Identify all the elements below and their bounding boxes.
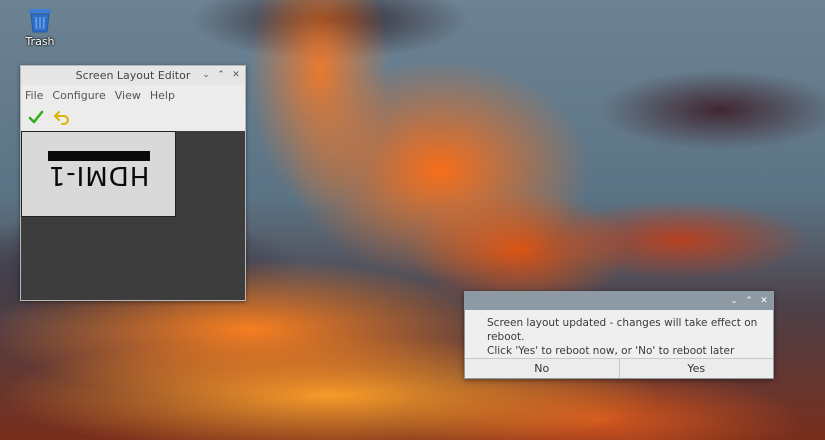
maximize-icon[interactable]: ⌃ bbox=[742, 294, 756, 308]
menu-help[interactable]: Help bbox=[150, 89, 175, 102]
menu-view[interactable]: View bbox=[115, 89, 141, 102]
dialog-message-line-1: Screen layout updated - changes will tak… bbox=[487, 317, 758, 343]
maximize-icon[interactable]: ⌃ bbox=[214, 68, 228, 82]
trash-label: Trash bbox=[25, 35, 55, 48]
check-icon bbox=[28, 110, 44, 124]
minimize-icon[interactable]: ⌄ bbox=[199, 68, 213, 82]
dialog-titlebar[interactable]: ⌄ ⌃ ✕ bbox=[465, 292, 773, 310]
menu-configure[interactable]: Configure bbox=[52, 89, 105, 102]
dialog-message-line-2: Click 'Yes' to reboot now, or 'No' to re… bbox=[487, 345, 735, 357]
close-icon[interactable]: ✕ bbox=[229, 68, 243, 82]
trash-icon bbox=[29, 9, 51, 33]
revert-button[interactable] bbox=[53, 108, 71, 126]
no-button[interactable]: No bbox=[465, 359, 619, 378]
dialog-window-controls: ⌄ ⌃ ✕ bbox=[727, 294, 771, 308]
editor-titlebar[interactable]: Screen Layout Editor ⌄ ⌃ ✕ bbox=[21, 66, 245, 85]
window-controls: ⌄ ⌃ ✕ bbox=[199, 68, 243, 82]
toolbar bbox=[21, 105, 245, 129]
dialog-buttons: No Yes bbox=[465, 358, 773, 378]
window-title: Screen Layout Editor bbox=[75, 69, 191, 82]
screen-layout-editor-window: Screen Layout Editor ⌄ ⌃ ✕ File Configur… bbox=[20, 65, 246, 301]
layout-canvas[interactable]: HDMI-1 bbox=[21, 131, 245, 300]
apply-button[interactable] bbox=[27, 108, 45, 126]
undo-icon bbox=[54, 111, 69, 125]
minimize-icon[interactable]: ⌄ bbox=[727, 294, 741, 308]
menubar: File Configure View Help bbox=[21, 85, 245, 105]
trash-desktop-icon[interactable]: Trash bbox=[18, 6, 62, 48]
close-icon[interactable]: ✕ bbox=[757, 294, 771, 308]
reboot-dialog: ⌄ ⌃ ✕ Screen layout updated - changes wi… bbox=[464, 291, 774, 379]
yes-button[interactable]: Yes bbox=[618, 359, 773, 378]
dialog-message: Screen layout updated - changes will tak… bbox=[465, 310, 773, 359]
monitor-hdmi-1[interactable]: HDMI-1 bbox=[21, 131, 176, 217]
monitor-label: HDMI-1 bbox=[47, 160, 150, 190]
menu-file[interactable]: File bbox=[25, 89, 43, 102]
